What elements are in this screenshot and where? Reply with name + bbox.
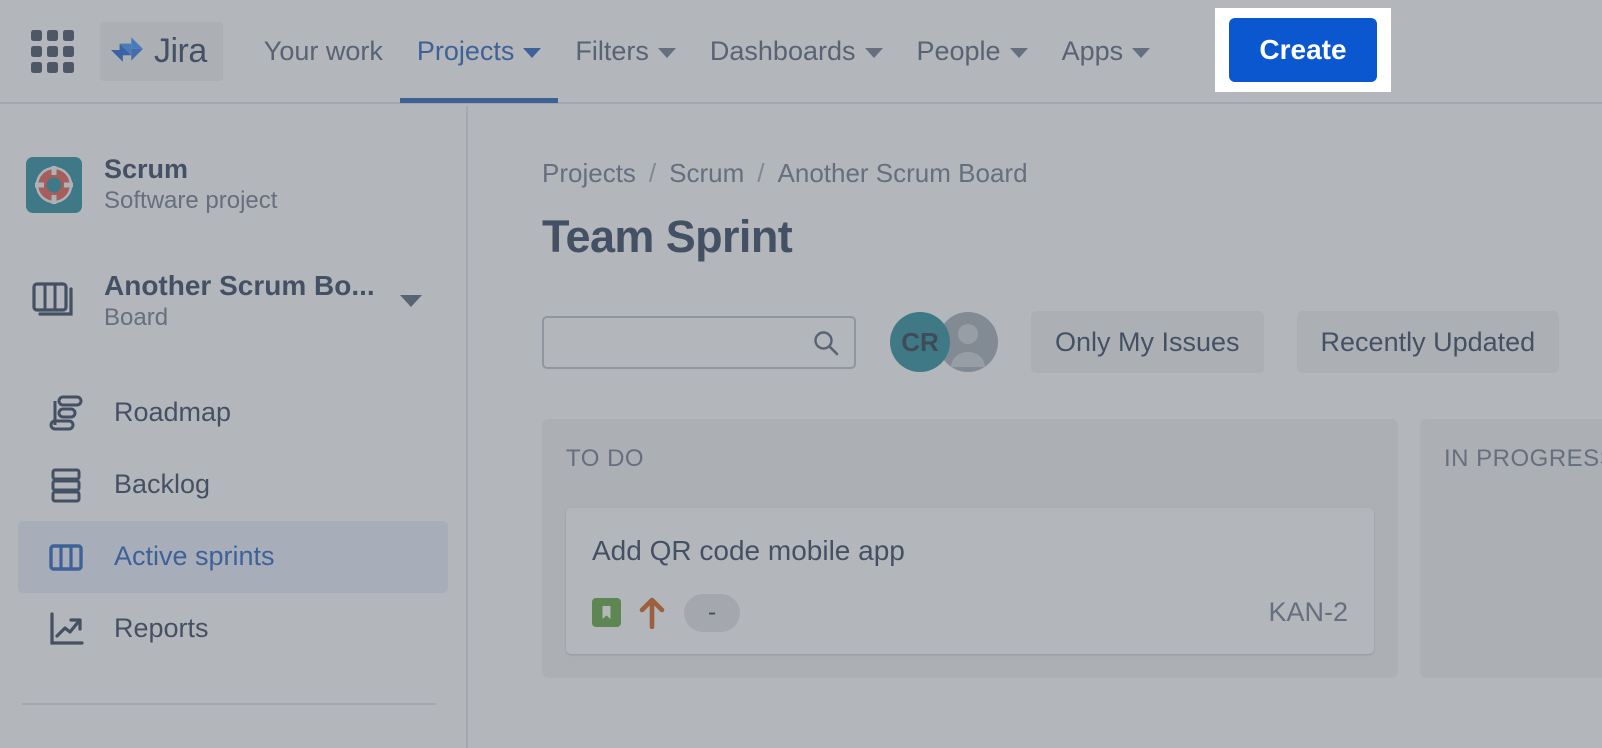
filter-only-my-issues-button[interactable]: Only My Issues	[1031, 311, 1264, 373]
estimate-badge: -	[684, 594, 740, 632]
board-meta: Another Scrum Bo... Board	[104, 270, 378, 333]
nav-item-apps[interactable]: Apps	[1045, 0, 1168, 103]
nav-label: Projects	[417, 36, 515, 67]
nav-item-people[interactable]: People	[900, 0, 1045, 103]
nav-label: People	[917, 36, 1001, 67]
column-title: TO DO	[566, 445, 1374, 473]
nav-item-your-work[interactable]: Your work	[247, 0, 400, 103]
column-title: IN PROGRESS	[1444, 445, 1602, 473]
board-selector[interactable]: Another Scrum Bo... Board	[0, 270, 466, 333]
nav-label: Apps	[1062, 36, 1124, 67]
project-avatar	[26, 157, 82, 213]
jira-logo-icon	[110, 34, 144, 68]
reports-trend-icon	[44, 607, 88, 651]
nav-item-dashboards[interactable]: Dashboards	[693, 0, 900, 103]
board-main-content: Projects / Scrum / Another Scrum Board T…	[470, 106, 1602, 748]
chevron-down-icon	[1010, 48, 1028, 58]
lifebuoy-icon	[32, 163, 76, 207]
board-columns: TO DO Add QR code mobile app	[542, 419, 1602, 678]
board-toolbar: CR Only My Issues Recently Updated	[542, 311, 1602, 373]
sidebar-item-label: Roadmap	[114, 397, 231, 428]
page-title: Team Sprint	[542, 211, 1602, 263]
project-name: Scrum	[104, 154, 277, 185]
sidebar-nav-list: Roadmap Backlog	[0, 377, 466, 705]
breadcrumb-item-scrum[interactable]: Scrum	[669, 158, 744, 189]
avatar-group: CR	[890, 312, 998, 372]
sidebar-item-roadmap[interactable]: Roadmap	[18, 377, 448, 449]
sidebar-item-backlog[interactable]: Backlog	[18, 449, 448, 521]
grid-apps-icon	[31, 30, 74, 73]
chevron-down-icon[interactable]	[400, 295, 422, 307]
backlog-stack-icon	[44, 463, 88, 507]
project-sidebar: Scrum Software project Another Scrum Bo.…	[0, 106, 468, 748]
board-name: Another Scrum Bo...	[104, 270, 378, 302]
nav-item-projects[interactable]: Projects	[400, 0, 559, 103]
issue-card[interactable]: Add QR code mobile app - KAN-2	[566, 508, 1374, 654]
brand-label: Jira	[154, 32, 207, 71]
board-column-todo: TO DO Add QR code mobile app	[542, 419, 1398, 678]
filter-recently-updated-button[interactable]: Recently Updated	[1297, 311, 1560, 373]
create-button[interactable]: Create	[1229, 18, 1377, 82]
breadcrumb-item-board[interactable]: Another Scrum Board	[778, 158, 1028, 189]
story-bookmark-icon	[592, 598, 621, 627]
avatar[interactable]: CR	[890, 312, 950, 372]
sidebar-item-active-sprints[interactable]: Active sprints	[18, 521, 448, 593]
jira-home-link[interactable]: Jira	[100, 22, 223, 81]
board-columns-icon	[26, 273, 82, 329]
chevron-down-icon	[523, 48, 541, 58]
issue-summary: Add QR code mobile app	[592, 534, 1348, 568]
main-nav-links: Your work Projects Filters Dashboards Pe…	[247, 0, 1167, 103]
issue-card-footer: - KAN-2	[592, 594, 1348, 632]
nav-item-filters[interactable]: Filters	[558, 0, 693, 103]
board-column-in-progress: IN PROGRESS	[1420, 419, 1602, 678]
roadmap-icon	[44, 391, 88, 435]
search-input[interactable]	[544, 318, 854, 367]
project-type: Software project	[104, 187, 277, 216]
jira-board-page: Jira Your work Projects Filters Dashboar…	[0, 0, 1602, 748]
chevron-down-icon	[1132, 48, 1150, 58]
board-type: Board	[104, 304, 378, 333]
sidebar-divider	[22, 703, 436, 705]
breadcrumb-separator: /	[757, 158, 764, 189]
nav-label: Filters	[575, 36, 649, 67]
nav-label: Dashboards	[710, 36, 856, 67]
issue-key[interactable]: KAN-2	[1268, 597, 1348, 628]
project-header[interactable]: Scrum Software project	[0, 154, 466, 216]
app-switcher-button[interactable]	[26, 25, 78, 77]
create-button-spotlight: Create	[1215, 8, 1391, 92]
sidebar-item-label: Backlog	[114, 469, 210, 500]
sidebar-item-label: Reports	[114, 613, 209, 644]
search-icon	[812, 329, 840, 357]
board-columns-icon	[44, 535, 88, 579]
chevron-down-icon	[865, 48, 883, 58]
chevron-down-icon	[658, 48, 676, 58]
breadcrumb-item-projects[interactable]: Projects	[542, 158, 636, 189]
breadcrumb: Projects / Scrum / Another Scrum Board	[542, 158, 1602, 189]
breadcrumb-separator: /	[649, 158, 656, 189]
search-field-wrapper	[542, 316, 856, 369]
nav-label: Your work	[264, 36, 383, 67]
priority-high-up-arrow-icon	[638, 597, 666, 629]
sidebar-item-label: Active sprints	[114, 541, 275, 572]
project-meta: Scrum Software project	[104, 154, 277, 216]
sidebar-item-reports[interactable]: Reports	[18, 593, 448, 665]
